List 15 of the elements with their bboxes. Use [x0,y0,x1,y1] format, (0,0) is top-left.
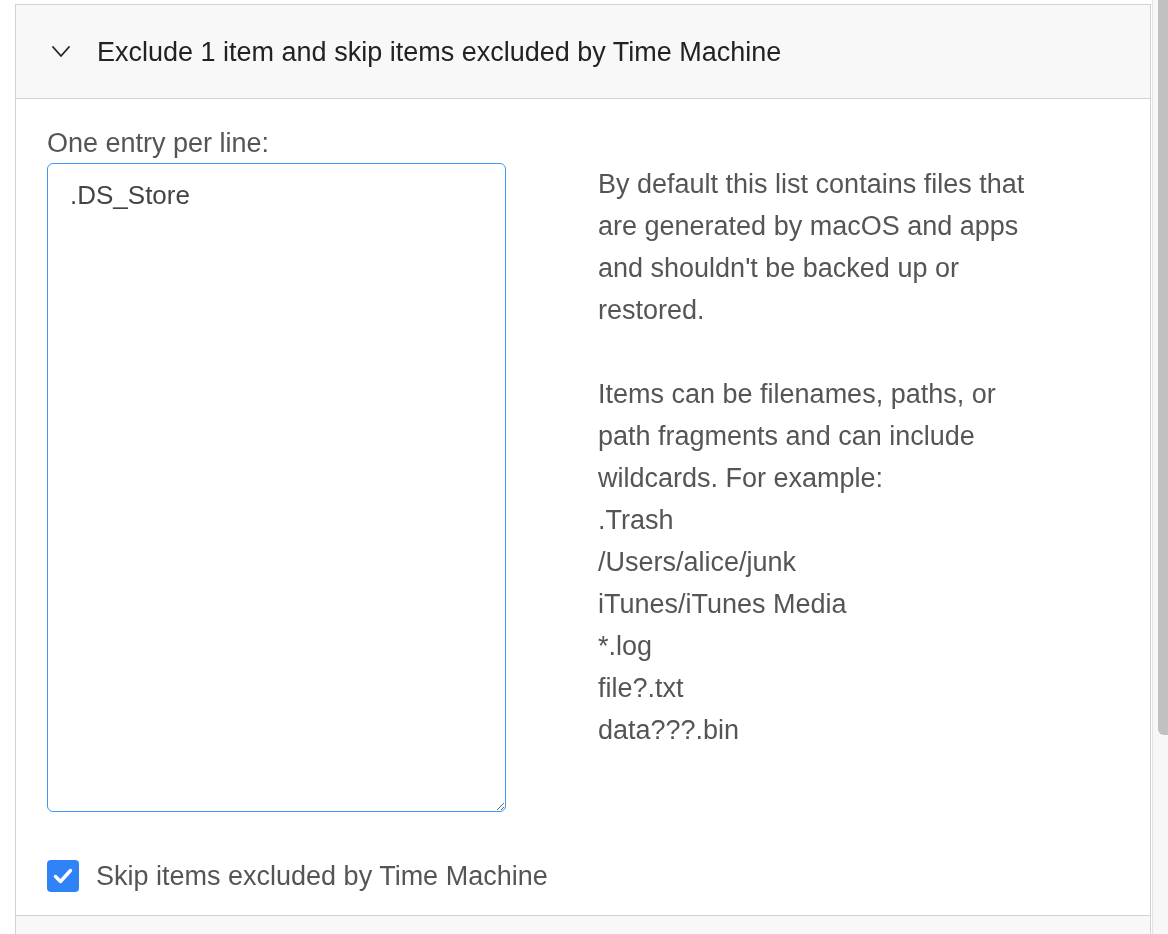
checkbox[interactable] [47,860,79,892]
exclude-list-field[interactable]: .DS_Store [47,163,506,812]
example-pattern: .Trash [598,504,674,537]
help-paragraph: Items can be filenames, paths, or path fragments and can include wildcards. For example: [598,378,997,495]
checkbox-label: Skip items excluded by Time Machine [96,860,548,892]
chevron-down-icon [52,46,70,57]
scrollbar-thumb[interactable] [1158,0,1168,735]
help-paragraph: By default this list contains files that are generated by macOS and apps and shouldn't be backed up or restored. [598,168,1026,327]
example-pattern: *.log [598,630,653,663]
example-pattern: data???.bin [598,714,740,747]
field-label: One entry per line: [47,127,270,159]
example-pattern: iTunes/iTunes Media [598,588,847,621]
section-header[interactable]: Exclude 1 item and skip items excluded by Time Machine [16,4,1150,99]
example-pattern: file?.txt [598,672,684,705]
example-pattern: /Users/alice/junk [598,546,797,579]
